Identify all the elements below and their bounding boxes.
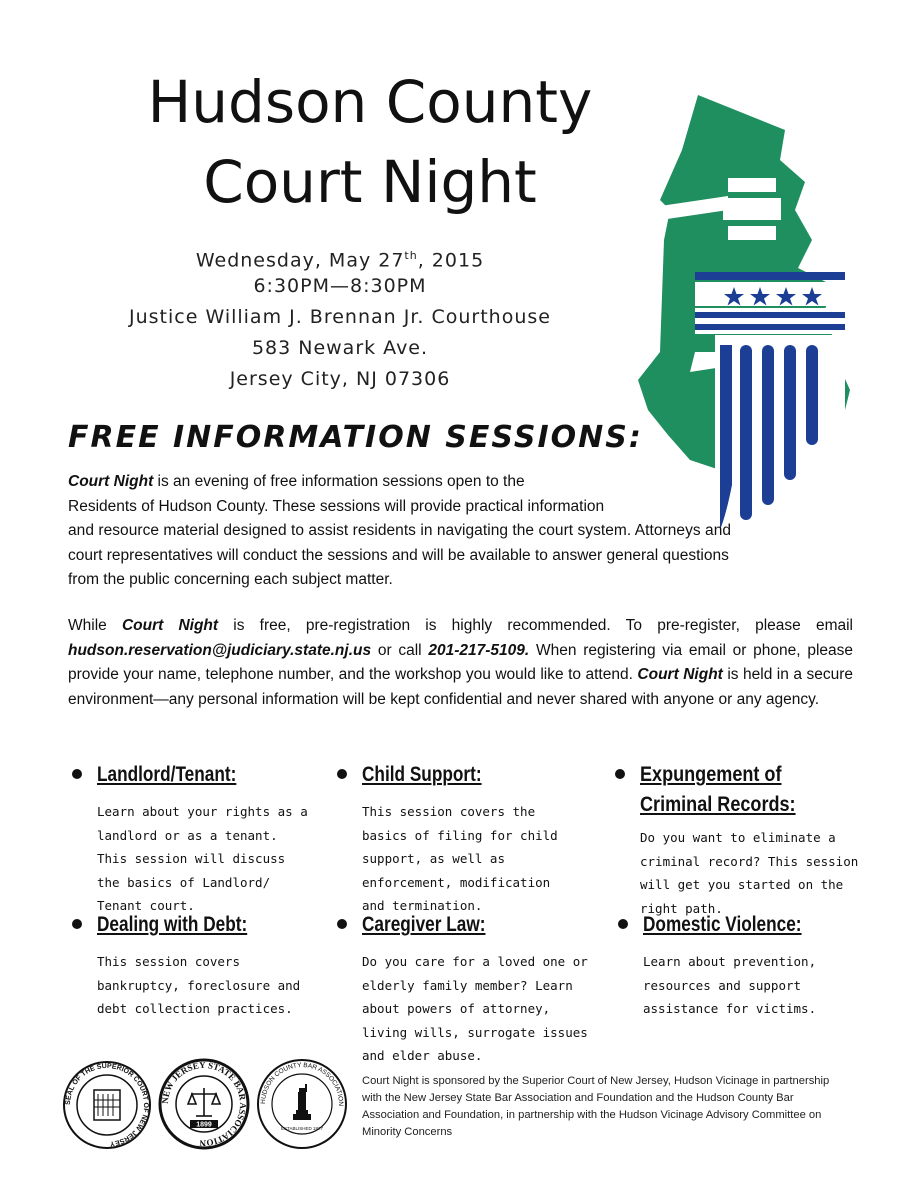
bullet-icon bbox=[618, 919, 628, 929]
title-line-1: Hudson County bbox=[147, 68, 593, 136]
nj-courthouse-logo bbox=[620, 90, 870, 535]
superior-court-seal: SEAL OF THE SUPERIOR COURT OF NEW JERSEY bbox=[62, 1060, 152, 1150]
event-street: 583 Newark Ave. bbox=[251, 337, 429, 359]
topic-child-support: Child Support: This session covers the b… bbox=[337, 760, 587, 918]
nj-state-bar-seal: 1899 NEW JERSEY STATE BAR ASSOCIATION bbox=[158, 1058, 250, 1150]
registration-paragraph: While Court Night is free, pre-registrat… bbox=[68, 617, 853, 708]
topic-dealing-with-debt: Dealing with Debt: This session covers b… bbox=[72, 910, 322, 1021]
topic-landlord-tenant: Landlord/Tenant: Learn about your rights… bbox=[72, 760, 322, 918]
topic-domestic-violence: Domestic Violence: Learn about preventio… bbox=[618, 910, 868, 1021]
intro-paragraph: Court Night is an evening of free inform… bbox=[68, 473, 732, 588]
bullet-icon bbox=[72, 769, 82, 779]
bullet-icon bbox=[72, 919, 82, 929]
event-venue: Justice William J. Brennan Jr. Courthous… bbox=[129, 306, 551, 328]
headline: FREE INFORMATION SESSIONS: bbox=[68, 420, 643, 455]
svg-text:ESTABLISHED 1877: ESTABLISHED 1877 bbox=[281, 1126, 323, 1131]
registration-phone: 201-217-5109. bbox=[428, 641, 530, 659]
hudson-county-bar-seal: HUDSON COUNTY BAR ASSOCIATION ESTABLISHE… bbox=[256, 1058, 348, 1150]
sponsor-footer: Court Night is sponsored by the Superior… bbox=[362, 1075, 830, 1138]
topic-caregiver-law: Caregiver Law: Do you care for a loved o… bbox=[337, 910, 588, 1068]
registration-email: hudson.reservation@judiciary.state.nj.us bbox=[68, 641, 372, 659]
event-time: 6:30PM—8:30PM bbox=[253, 275, 427, 297]
title-line-2: Court Night bbox=[203, 148, 537, 216]
svg-text:1899: 1899 bbox=[196, 1122, 212, 1129]
topic-expungement: Expungement of Criminal Records: Do you … bbox=[615, 760, 865, 920]
event-city: Jersey City, NJ 07306 bbox=[229, 368, 451, 390]
bullet-icon bbox=[337, 769, 347, 779]
bullet-icon bbox=[337, 919, 347, 929]
bullet-icon bbox=[615, 769, 625, 779]
